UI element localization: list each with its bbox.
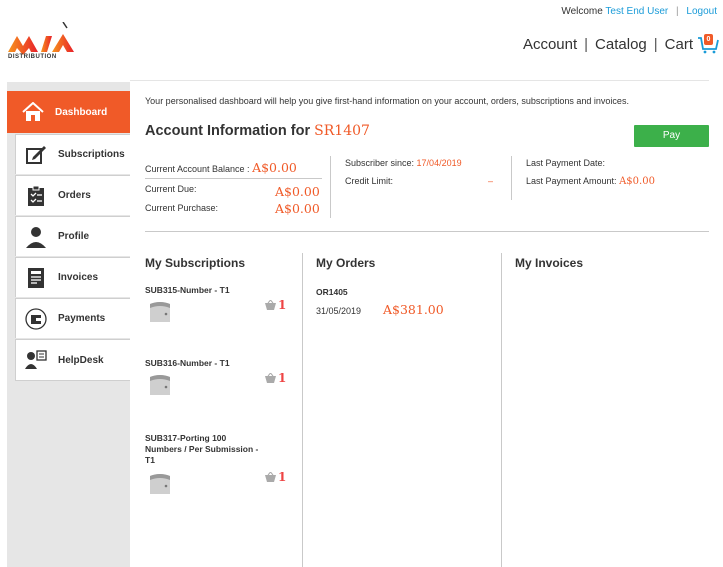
- logout-link[interactable]: Logout: [686, 6, 717, 17]
- last-payment-amount-value: A$0.00: [619, 176, 655, 187]
- quantity-value: 1: [278, 298, 287, 312]
- account-title-text: Account Information for: [145, 123, 311, 139]
- catalog-link[interactable]: Catalog: [595, 36, 647, 53]
- purchase-value: A$0.00: [275, 201, 320, 216]
- since-row: Subscriber since: 17/04/2019: [345, 158, 462, 168]
- subscription-quantity: 1: [265, 298, 286, 312]
- subscriptions-title: My Subscriptions: [145, 256, 246, 270]
- account-id: SR1407: [314, 123, 370, 139]
- subscription-product-image[interactable]: [149, 472, 171, 496]
- sidebar-item-profile[interactable]: Profile: [15, 216, 130, 256]
- sidebar-item-label: Payments: [58, 313, 106, 324]
- account-link[interactable]: Account: [523, 36, 577, 53]
- pay-button[interactable]: Pay: [634, 125, 709, 147]
- subscription-product-image[interactable]: [149, 373, 171, 397]
- info-divider: [330, 156, 331, 218]
- subscription-product-image[interactable]: [149, 300, 171, 324]
- column-divider: [302, 253, 303, 567]
- quantity-value: 1: [278, 470, 287, 484]
- nav-separator: |: [653, 35, 658, 53]
- welcome-bar: Welcome Test End User | Logout: [561, 6, 717, 17]
- balance-row: Current Account Balance : A$0.00: [145, 160, 297, 175]
- sidebar-item-label: Invoices: [58, 272, 99, 283]
- sidebar-item-label: Subscriptions: [58, 149, 125, 160]
- balance-divider: [145, 178, 322, 179]
- top-nav: Account | Catalog | Cart 0: [523, 34, 719, 54]
- user-icon: [24, 225, 48, 249]
- user-name-link[interactable]: Test End User: [605, 6, 668, 17]
- sidebar-item-label: HelpDesk: [58, 354, 104, 366]
- credit-value: –: [488, 176, 494, 186]
- sidebar-item-payments[interactable]: Payments: [15, 298, 130, 338]
- cart-link[interactable]: Cart: [665, 36, 693, 53]
- due-value: A$0.00: [275, 184, 320, 199]
- last-payment-amount-row: Last Payment Amount: A$0.00: [526, 176, 655, 187]
- subscription-quantity: 1: [265, 371, 286, 385]
- due-label: Current Due:: [145, 184, 197, 194]
- order-date: 31/05/2019: [316, 306, 362, 316]
- subscription-name[interactable]: SUB315-Number - T1: [145, 285, 260, 296]
- column-divider: [501, 253, 502, 567]
- logo-subtitle: DISTRIBUTION: [8, 54, 57, 60]
- home-icon: [21, 100, 45, 124]
- quantity-value: 1: [278, 371, 287, 385]
- subscription-name[interactable]: SUB316-Number - T1: [145, 358, 260, 369]
- helpdesk-icon: [24, 348, 48, 372]
- invoice-icon: [24, 266, 48, 290]
- sidebar-item-helpdesk[interactable]: HelpDesk: [15, 339, 130, 381]
- cart-icon[interactable]: 0: [697, 34, 719, 54]
- header-divider: [130, 80, 709, 81]
- sidebar-item-label: Orders: [58, 190, 91, 201]
- welcome-text: Welcome: [561, 6, 603, 17]
- cart-count-badge: 0: [704, 34, 713, 45]
- order-id-link[interactable]: OR1405: [316, 287, 348, 297]
- sidebar-item-label: Profile: [58, 231, 90, 242]
- account-title: Account Information for SR1407: [145, 123, 370, 139]
- subscription-quantity: 1: [265, 470, 286, 484]
- info-divider: [511, 156, 512, 200]
- dashboard-intro: Your personalised dashboard will help yo…: [145, 96, 629, 106]
- clipboard-icon: [24, 184, 48, 208]
- last-payment-amount-label: Last Payment Amount:: [526, 176, 617, 186]
- edit-icon: [24, 143, 48, 167]
- last-payment-date-label: Last Payment Date:: [526, 158, 606, 168]
- since-value: 17/04/2019: [416, 158, 462, 168]
- orders-title: My Orders: [316, 256, 376, 270]
- since-label: Subscriber since:: [345, 158, 415, 168]
- basket-icon: [265, 373, 276, 383]
- basket-icon: [265, 472, 276, 482]
- purchase-label: Current Purchase:: [145, 203, 219, 213]
- order-amount: A$381.00: [383, 302, 444, 317]
- balance-label: Current Account Balance :: [145, 164, 250, 174]
- sidebar-item-invoices[interactable]: Invoices: [15, 257, 130, 297]
- sidebar-item-orders[interactable]: Orders: [15, 175, 130, 215]
- sidebar-item-dashboard[interactable]: Dashboard: [7, 91, 130, 133]
- nav-separator: |: [584, 35, 589, 53]
- wallet-icon: [24, 307, 48, 331]
- balance-value: A$0.00: [252, 160, 297, 175]
- subscription-name[interactable]: SUB317-Porting 100 Numbers / Per Submiss…: [145, 433, 260, 466]
- credit-label: Credit Limit:: [345, 176, 394, 186]
- basket-icon: [265, 300, 276, 310]
- invoices-title: My Invoices: [515, 256, 584, 270]
- sidebar-item-subscriptions[interactable]: Subscriptions: [15, 134, 130, 174]
- section-divider: [145, 231, 709, 232]
- sidebar-item-label: Dashboard: [55, 106, 108, 118]
- separator: |: [676, 6, 679, 17]
